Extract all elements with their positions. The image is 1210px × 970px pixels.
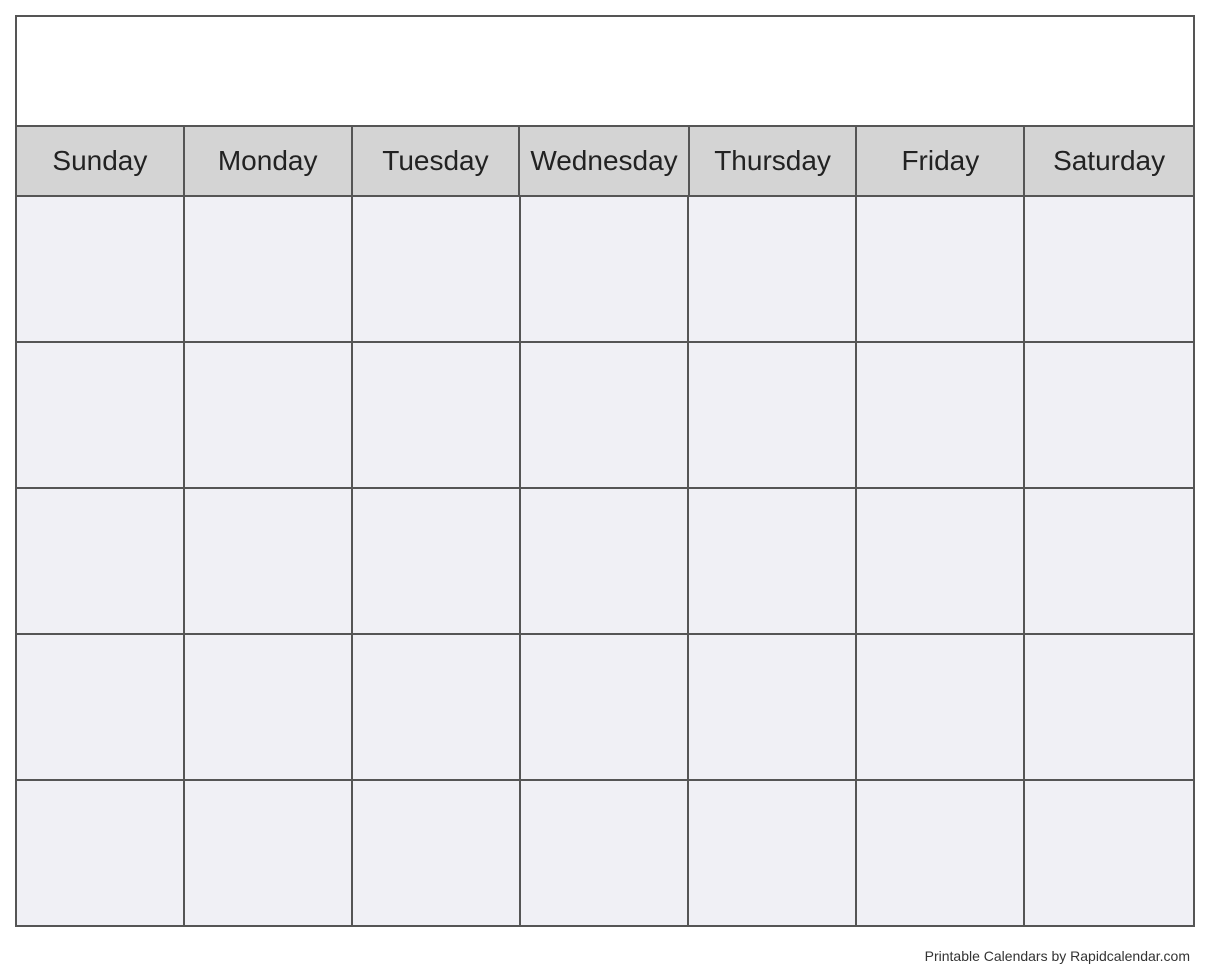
week-row-1 bbox=[17, 197, 1193, 343]
calendar-container: Sunday Monday Tuesday Wednesday Thursday… bbox=[15, 15, 1195, 927]
day-cell bbox=[521, 343, 689, 487]
day-cell bbox=[521, 635, 689, 779]
day-headers-row: Sunday Monday Tuesday Wednesday Thursday… bbox=[17, 127, 1193, 197]
day-cell bbox=[857, 635, 1025, 779]
header-wednesday: Wednesday bbox=[520, 127, 689, 195]
header-thursday: Thursday bbox=[690, 127, 858, 195]
day-cell bbox=[521, 781, 689, 925]
day-cell bbox=[689, 489, 857, 633]
day-cell bbox=[689, 635, 857, 779]
day-cell bbox=[857, 781, 1025, 925]
day-cell bbox=[857, 343, 1025, 487]
week-row-4 bbox=[17, 635, 1193, 781]
day-cell bbox=[521, 489, 689, 633]
day-cell bbox=[689, 343, 857, 487]
week-row-2 bbox=[17, 343, 1193, 489]
header-monday: Monday bbox=[185, 127, 353, 195]
header-sunday: Sunday bbox=[17, 127, 185, 195]
calendar-title-area bbox=[17, 17, 1193, 127]
day-cell bbox=[17, 635, 185, 779]
day-cell bbox=[353, 343, 521, 487]
day-cell bbox=[185, 343, 353, 487]
footer-text: Printable Calendars by Rapidcalendar.com bbox=[925, 948, 1190, 964]
day-cell bbox=[185, 489, 353, 633]
day-cell bbox=[857, 489, 1025, 633]
day-cell bbox=[17, 197, 185, 341]
day-cell bbox=[17, 343, 185, 487]
day-cell bbox=[185, 781, 353, 925]
day-cell bbox=[185, 197, 353, 341]
header-tuesday: Tuesday bbox=[353, 127, 521, 195]
day-cell bbox=[17, 781, 185, 925]
day-cell bbox=[689, 197, 857, 341]
day-cell bbox=[353, 489, 521, 633]
day-cell bbox=[521, 197, 689, 341]
day-cell bbox=[1025, 197, 1193, 341]
day-cell bbox=[17, 489, 185, 633]
calendar-grid: Sunday Monday Tuesday Wednesday Thursday… bbox=[17, 127, 1193, 925]
week-row-3 bbox=[17, 489, 1193, 635]
day-cell bbox=[857, 197, 1025, 341]
day-cell bbox=[353, 781, 521, 925]
day-cell bbox=[1025, 781, 1193, 925]
header-saturday: Saturday bbox=[1025, 127, 1193, 195]
day-cell bbox=[689, 781, 857, 925]
day-cell bbox=[1025, 343, 1193, 487]
day-cell bbox=[185, 635, 353, 779]
footer-attribution: Printable Calendars by Rapidcalendar.com bbox=[0, 942, 1210, 970]
weeks-container bbox=[17, 197, 1193, 925]
day-cell bbox=[1025, 635, 1193, 779]
day-cell bbox=[1025, 489, 1193, 633]
day-cell bbox=[353, 197, 521, 341]
week-row-5 bbox=[17, 781, 1193, 925]
day-cell bbox=[353, 635, 521, 779]
header-friday: Friday bbox=[857, 127, 1025, 195]
